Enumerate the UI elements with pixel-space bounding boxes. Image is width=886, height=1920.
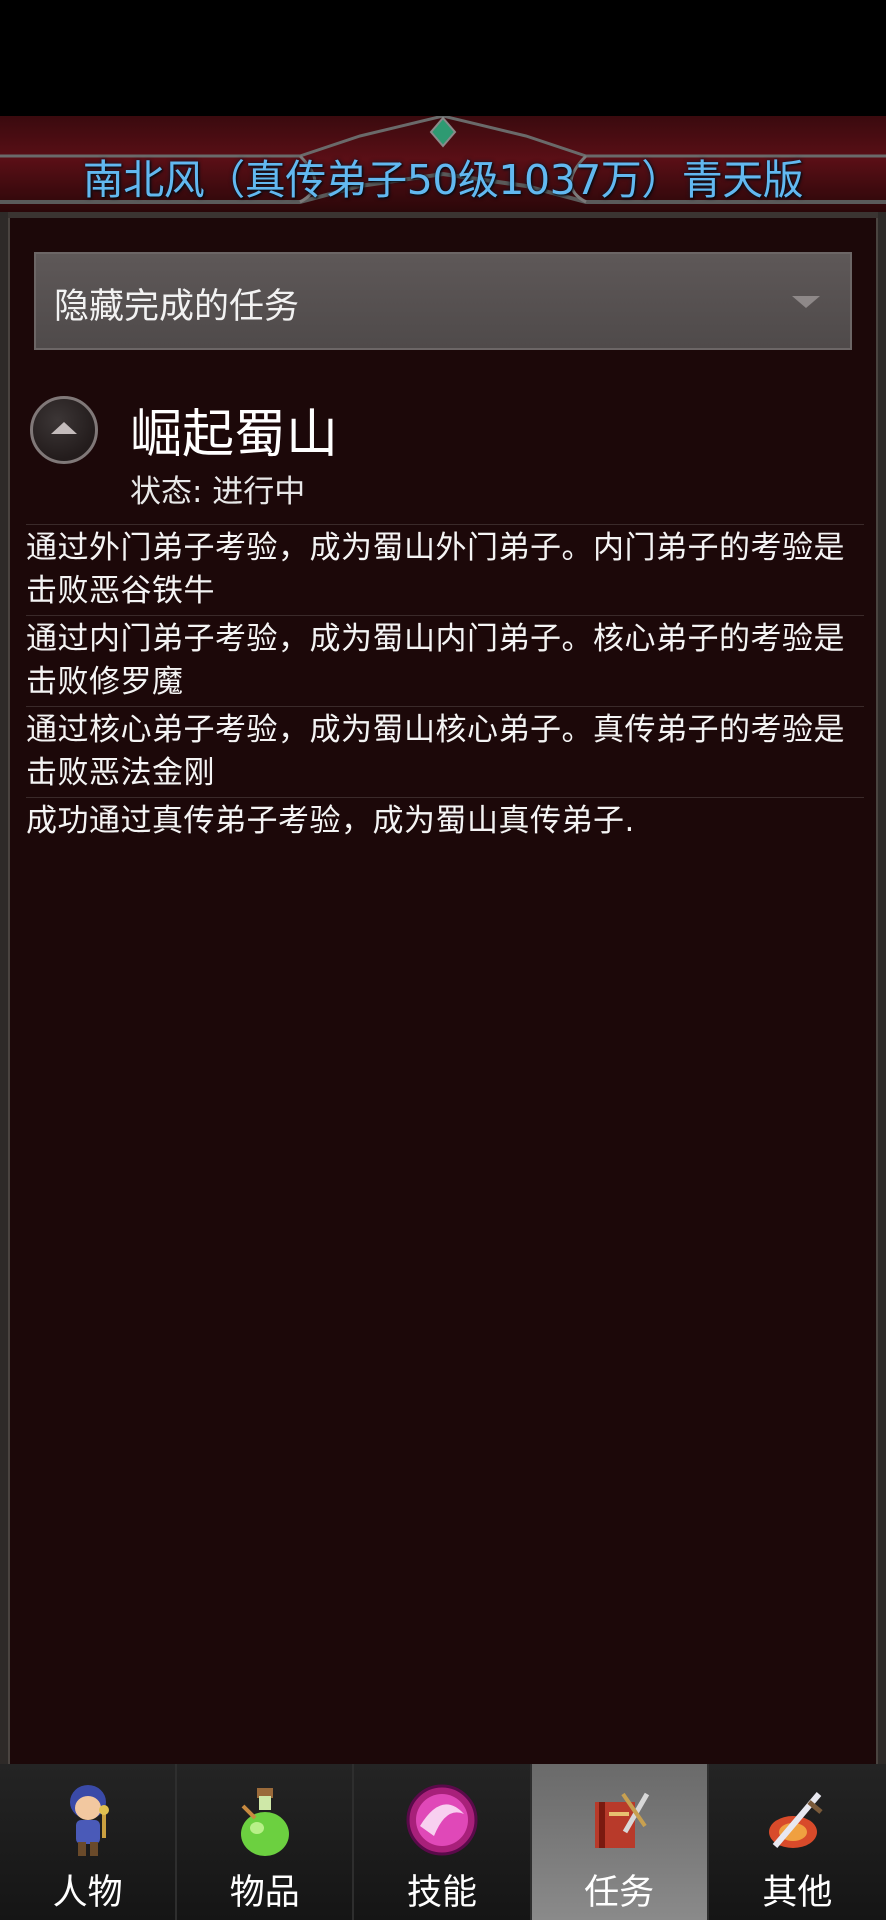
panel-top-border — [8, 212, 878, 218]
chevron-up-icon — [51, 422, 77, 434]
tab-label: 人物 — [52, 1873, 123, 1913]
quest-filter-dropdown[interactable]: 隐藏完成的任务 — [34, 252, 852, 350]
quest-step-list: 通过外门弟子考验，成为蜀山外门弟子。内门弟子的考验是击败恶谷铁牛 通过内门弟子考… — [26, 524, 864, 845]
skill-orb-icon — [406, 1784, 478, 1856]
dropdown-selected-value: 隐藏完成的任务 — [54, 287, 300, 327]
quest-status: 状态: 进行中 — [130, 474, 306, 510]
quest-step: 成功通过真传弟子考验，成为蜀山真传弟子. — [26, 797, 864, 845]
app-title: 南北风（真传弟子50级1037万）青天版 — [82, 156, 804, 204]
tab-label: 技能 — [406, 1873, 477, 1913]
quest-step: 通过外门弟子考验，成为蜀山外门弟子。内门弟子的考验是击败恶谷铁牛 — [26, 524, 864, 615]
quest-step: 通过核心弟子考验，成为蜀山核心弟子。真传弟子的考验是击败恶法金刚 — [26, 706, 864, 797]
tab-other[interactable]: 其他 — [708, 1764, 886, 1920]
tab-items[interactable]: 物品 — [177, 1764, 355, 1920]
collapse-button[interactable] — [30, 396, 98, 464]
status-bar — [0, 0, 886, 116]
tab-label: 物品 — [229, 1873, 300, 1913]
quest-step: 通过内门弟子考验，成为蜀山内门弟子。核心弟子的考验是击败修罗魔 — [26, 615, 864, 706]
chevron-down-icon — [792, 296, 820, 308]
quest-book-icon — [595, 1792, 650, 1848]
quest-group-header: 崛起蜀山 状态: 进行中 — [26, 382, 866, 512]
character-icon — [69, 1785, 109, 1856]
tab-label: 其他 — [762, 1873, 833, 1913]
sword-shield-icon — [769, 1792, 823, 1848]
header: 南北风（真传弟子50级1037万）青天版 — [0, 116, 886, 214]
bottom-tab-bar: 人物 物品 技能 任务 其他 — [0, 1764, 886, 1920]
tab-character[interactable]: 人物 — [0, 1764, 178, 1920]
potion-icon — [240, 1788, 289, 1856]
quest-title: 崛起蜀山 — [130, 405, 339, 465]
tab-quests[interactable]: 任务 — [531, 1764, 709, 1920]
tab-label: 任务 — [584, 1873, 655, 1913]
tab-skills[interactable]: 技能 — [354, 1764, 532, 1920]
quest-panel: 隐藏完成的任务 崛起蜀山 状态: 进行中 通过外门弟子考验，成为蜀山外门弟子。内… — [0, 212, 886, 1764]
